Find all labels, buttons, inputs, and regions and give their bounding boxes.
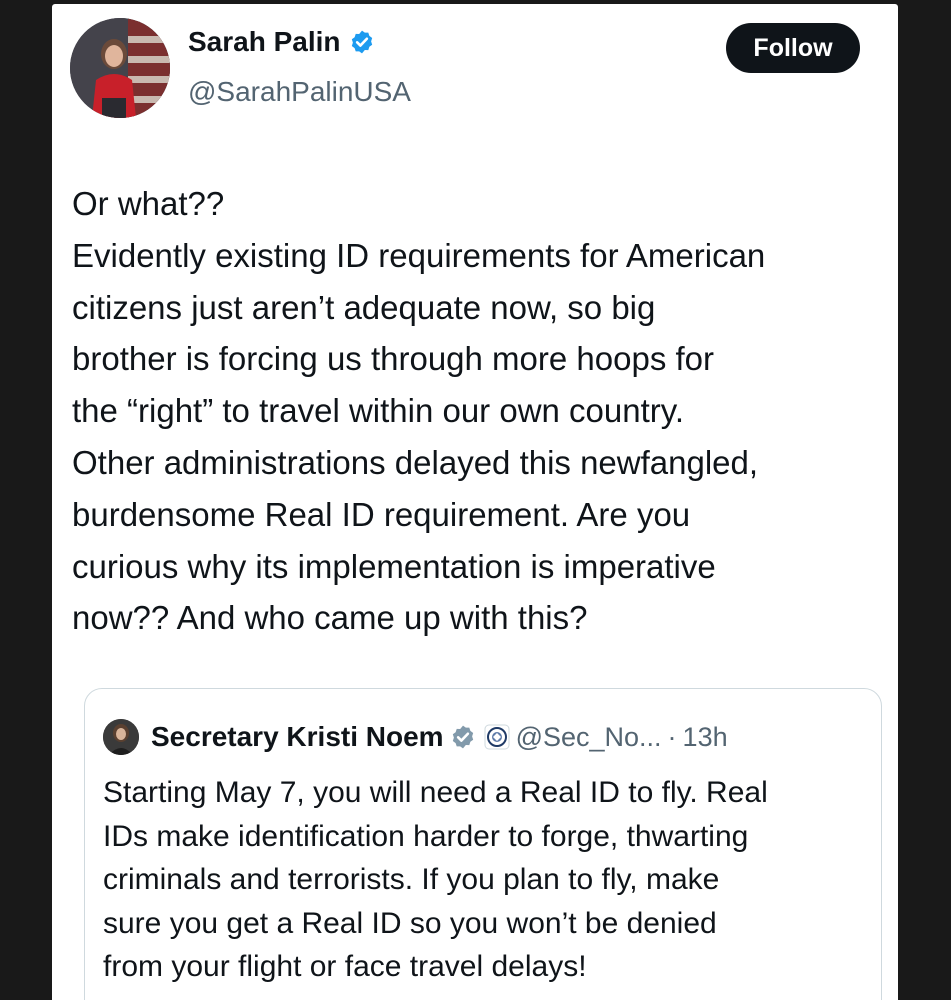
tweet-text-line: Evidently existing ID requirements for A… (72, 236, 766, 274)
follow-button[interactable]: Follow (726, 23, 860, 73)
tweet-text-line: the “right” to travel within our own cou… (72, 392, 684, 430)
tweet-text-line: now?? And who came up with this? (72, 599, 588, 637)
author-handle[interactable]: @SarahPalinUSA (188, 76, 411, 108)
tweet-text-line: citizens just aren’t adequate now, so bi… (72, 288, 656, 326)
quoted-text-line: sure you get a Real ID so you won’t be d… (103, 906, 717, 940)
quoted-text-line: from your flight or face travel delays! (103, 950, 587, 983)
screenshot-frame: Sarah Palin @SarahPalinUSA Follow Or wha… (0, 0, 951, 1000)
quoted-text-line: Starting May 7, you will need a Real ID … (103, 776, 768, 809)
quoted-separator: · (667, 721, 677, 752)
tweet-text-line: Other administrations delayed this newfa… (72, 443, 759, 481)
author-name[interactable]: Sarah Palin (188, 26, 341, 58)
quoted-author-name[interactable]: Secretary Kristi Noem (151, 721, 444, 753)
quoted-text-line: IDs make identification harder to forge,… (103, 819, 749, 853)
quoted-author-avatar[interactable] (103, 719, 139, 755)
tweet-card: Sarah Palin @SarahPalinUSA Follow Or wha… (52, 4, 898, 1000)
quoted-text-line: criminals and terrorists. If you plan to… (103, 863, 720, 896)
tweet-text: Or what?? Evidently existing ID requirem… (72, 178, 884, 644)
tweet-text-line: Or what?? (72, 185, 225, 222)
author-avatar[interactable] (70, 18, 170, 118)
tweet-text-line: curious why its implementation is impera… (72, 547, 716, 585)
quoted-tweet-header: Secretary Kristi Noem @Sec_No... · 13h (103, 719, 728, 755)
gray-verified-badge-icon (452, 725, 473, 749)
quoted-author-handle[interactable]: @Sec_No... (516, 722, 662, 753)
avatar-image (70, 18, 170, 118)
quoted-tweet-text: Starting May 7, you will need a Real ID … (103, 771, 863, 989)
dhs-seal-icon (484, 724, 510, 750)
quoted-avatar-image (103, 719, 139, 755)
tweet-text-line: brother is forcing us through more hoops… (72, 340, 715, 378)
author-name-row[interactable]: Sarah Palin (188, 26, 375, 58)
verified-badge-icon (351, 30, 372, 54)
tweet-text-line: burdensome Real ID requirement. Are you (72, 495, 691, 533)
quoted-tweet[interactable]: Secretary Kristi Noem @Sec_No... · 13h S… (84, 688, 882, 1000)
quoted-timestamp[interactable]: 13h (683, 722, 728, 753)
